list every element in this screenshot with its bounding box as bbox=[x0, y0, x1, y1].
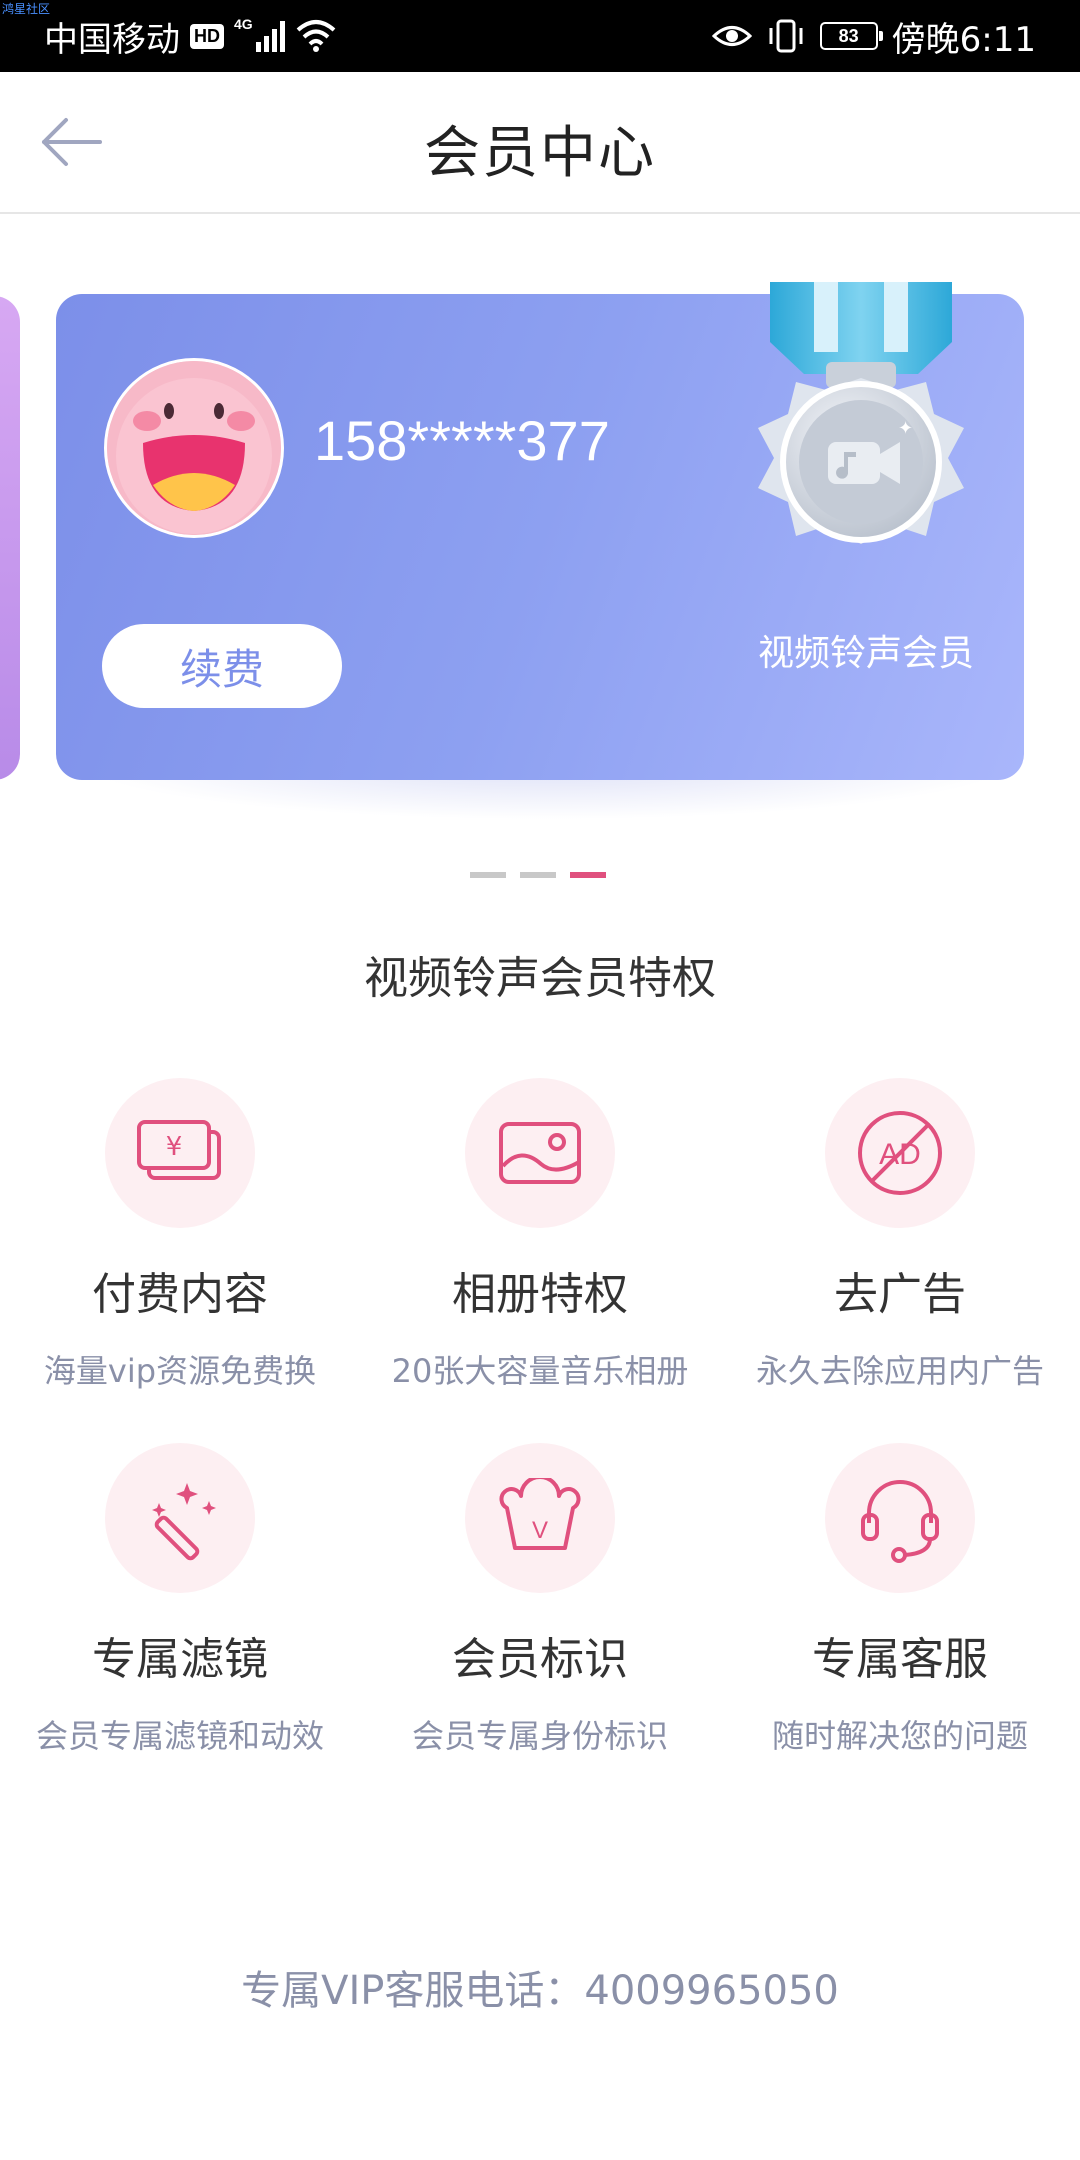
eye-icon bbox=[711, 26, 752, 46]
privilege-paid-content[interactable]: ¥ 付费内容 海量vip资源免费换 bbox=[0, 1078, 360, 1392]
member-phone-number: 158*****377 bbox=[314, 409, 610, 472]
privilege-album[interactable]: 相册特权 20张大容量音乐相册 bbox=[360, 1078, 720, 1392]
page-title: 会员中心 bbox=[424, 121, 656, 186]
privilege-no-ads[interactable]: AD 去广告 永久去除应用内广告 bbox=[720, 1078, 1080, 1392]
privilege-desc: 永久去除应用内广告 bbox=[755, 1352, 1044, 1390]
vip-hotline[interactable]: 专属VIP客服电话：4009965050 bbox=[0, 1958, 1080, 2016]
privilege-desc: 会员专属滤镜和动效 bbox=[35, 1717, 324, 1755]
watermark-label: 鸿星社区 bbox=[2, 2, 51, 16]
privilege-badge[interactable]: V 会员标识 会员专属身份标识 bbox=[360, 1443, 720, 1757]
carousel-dot-active[interactable] bbox=[570, 872, 606, 878]
hd-badge: HD bbox=[190, 23, 224, 49]
vibrate-icon bbox=[769, 19, 803, 53]
svg-text:¥: ¥ bbox=[166, 1132, 183, 1162]
avatar[interactable] bbox=[104, 358, 284, 538]
headset-icon bbox=[861, 1480, 939, 1563]
album-icon bbox=[499, 1122, 581, 1184]
privilege-desc: 海量vip资源免费换 bbox=[43, 1352, 317, 1390]
member-card[interactable]: 158*****377 续费 ✦ 视频铃声会员 bbox=[56, 282, 1024, 780]
wifi-icon bbox=[296, 20, 336, 52]
privilege-title: 去广告 bbox=[834, 1269, 966, 1320]
privilege-filters[interactable]: 专属滤镜 会员专属滤镜和动效 bbox=[0, 1443, 360, 1757]
svg-text:AD: AD bbox=[879, 1138, 921, 1171]
privilege-title: 付费内容 bbox=[92, 1269, 268, 1320]
crown-icon: V bbox=[499, 1478, 581, 1550]
privilege-support[interactable]: 专属客服 随时解决您的问题 bbox=[720, 1443, 1080, 1757]
top-nav-bar: 会员中心 bbox=[0, 72, 1080, 214]
status-bar: 鸿星社区 中国移动 HD 4G 83 傍晚6:11 bbox=[0, 0, 1080, 72]
carrier-name: 中国移动 bbox=[44, 19, 180, 60]
carousel-indicator bbox=[470, 872, 606, 878]
svg-text:✦: ✦ bbox=[898, 418, 913, 439]
smiley-avatar-icon bbox=[107, 361, 281, 535]
magic-wand-icon bbox=[152, 1483, 216, 1561]
renew-button[interactable]: 续费 bbox=[102, 624, 342, 708]
silver-medal-icon: ✦ bbox=[758, 282, 964, 544]
privilege-desc: 随时解决您的问题 bbox=[771, 1717, 1028, 1755]
no-ad-icon: AD bbox=[858, 1111, 942, 1195]
money-icon: ¥ bbox=[137, 1120, 221, 1180]
privilege-title: 相册特权 bbox=[452, 1269, 628, 1320]
privilege-title: 会员标识 bbox=[452, 1634, 628, 1685]
privileges-title: 视频铃声会员特权 bbox=[364, 953, 716, 1004]
privilege-desc: 20张大容量音乐相册 bbox=[391, 1352, 689, 1390]
svg-text:V: V bbox=[532, 1517, 548, 1544]
privilege-title: 专属客服 bbox=[812, 1634, 988, 1685]
carousel-dot[interactable] bbox=[470, 872, 506, 878]
battery-icon: 83 bbox=[819, 22, 883, 50]
previous-member-card[interactable] bbox=[0, 296, 20, 780]
clock: 傍晚6:11 bbox=[891, 19, 1036, 60]
privilege-title: 专属滤镜 bbox=[92, 1634, 268, 1685]
carousel-dot[interactable] bbox=[520, 872, 556, 878]
privilege-desc: 会员专属身份标识 bbox=[411, 1717, 668, 1755]
member-center-page: 鸿星社区 中国移动 HD 4G 83 傍晚6:11 会员中心 158*****3… bbox=[0, 0, 1080, 2160]
membership-name: 视频铃声会员 bbox=[757, 633, 974, 674]
signal-icon: 4G bbox=[234, 16, 286, 56]
